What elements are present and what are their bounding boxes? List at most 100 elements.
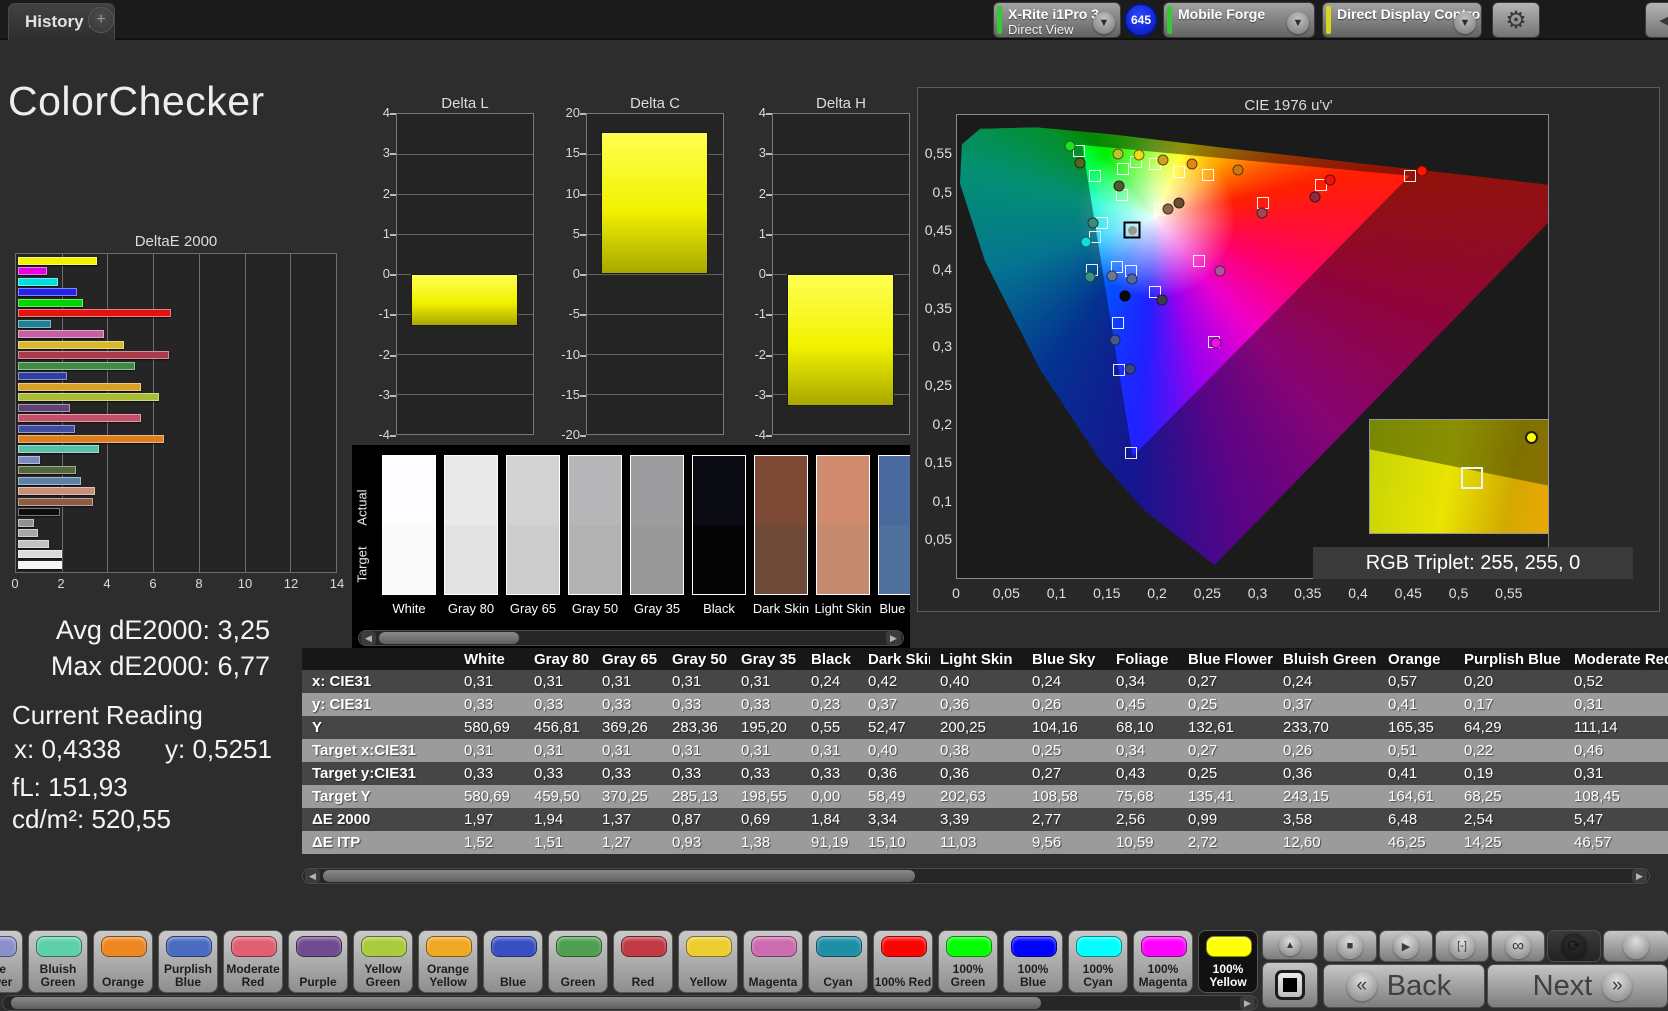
scrollbar-right-arrow[interactable]: ▶ (886, 631, 901, 645)
column-header-dark-skin[interactable]: Dark Skin (858, 648, 930, 670)
patch-button-100-cyan[interactable]: 100% Cyan (1068, 930, 1128, 993)
refresh-button[interactable]: ⟳ (1547, 930, 1601, 962)
patch-button-magenta[interactable]: Magenta (743, 930, 803, 993)
meter-direct-display-control[interactable]: Direct Display Control▼ (1322, 2, 1482, 38)
cie-zoom-inset (1369, 419, 1549, 534)
swatch-gray-65[interactable] (506, 455, 560, 595)
patch-button-yellow-green[interactable]: Yellow Green (353, 930, 413, 993)
column-header-gray-80[interactable]: Gray 80 (524, 648, 592, 670)
back-label: Back (1387, 970, 1451, 1003)
column-header-moderate-red[interactable]: Moderate Red (1564, 648, 1668, 670)
patch-label: Moderate Red (224, 963, 282, 989)
patch-button-orange[interactable]: Orange (93, 930, 153, 993)
patch-label: 100% Cyan (1069, 963, 1127, 989)
patch-button-100-green[interactable]: 100% Green (938, 930, 998, 993)
scrollbar-right-arrow[interactable]: ▶ (1632, 869, 1647, 883)
swatch-scrollbar[interactable]: ◀▶ (358, 630, 904, 646)
patch-color-chip (426, 936, 472, 957)
delta-y-tick: 2 (740, 186, 766, 201)
de2000-bar-100-blue (18, 288, 77, 296)
measured-point (1324, 174, 1335, 185)
swatch-light-skin[interactable] (816, 455, 870, 595)
patch-button-100-magenta[interactable]: 100% Magenta (1133, 930, 1193, 993)
column-header-blue-flower[interactable]: Blue Flower (1178, 648, 1273, 670)
column-header-blue-sky[interactable]: Blue Sky (1022, 648, 1106, 670)
next-button[interactable]: Next » (1487, 964, 1668, 1008)
tick-mark (390, 355, 396, 357)
de2000-bar-orange-yellow (18, 383, 141, 391)
patch-color-chip (881, 936, 927, 957)
table-cell: 0,33 (592, 762, 662, 785)
patch-button-100-blue[interactable]: 100% Blue (1003, 930, 1063, 993)
table-scrollbar[interactable]: ◀ ▶ (302, 868, 1650, 884)
column-header-foliage[interactable]: Foliage (1106, 648, 1178, 670)
patch-button-moderate-red[interactable]: Moderate Red (223, 930, 283, 993)
reading-x: x: 0,4338 (14, 734, 121, 765)
table-cell: 12,60 (1273, 831, 1378, 854)
cie-y-tick: 0,4 (918, 261, 952, 277)
table-cell: 0,41 (1378, 762, 1454, 785)
patch-button-yellow[interactable]: Yellow (678, 930, 738, 993)
patch-button-blue-flower[interactable]: Blue Flower (0, 930, 23, 993)
record-button[interactable] (1603, 930, 1668, 962)
scrollbar-left-arrow[interactable]: ◀ (305, 869, 320, 883)
tick-mark (390, 395, 396, 397)
frame-size-button[interactable]: [-] (1435, 930, 1489, 962)
patchbar-scrollbar[interactable]: ▶ (2, 995, 1258, 1011)
swatch-white[interactable] (382, 455, 436, 595)
chevron-down-icon[interactable]: ▼ (1454, 12, 1476, 34)
scroll-up-button[interactable]: ▲ (1262, 930, 1318, 960)
column-header-gray-65[interactable]: Gray 65 (592, 648, 662, 670)
column-header-black[interactable]: Black (801, 648, 858, 670)
measurement-count-badge[interactable]: 645 (1124, 3, 1158, 37)
loop-button[interactable]: ∞ (1491, 930, 1545, 962)
meter-x-rite-i1pro-3[interactable]: X-Rite i1Pro 3Direct View▼ (993, 2, 1121, 38)
patch-button-100-yellow[interactable]: 100% Yellow (1198, 930, 1258, 993)
column-header-orange[interactable]: Orange (1378, 648, 1454, 670)
patch-button-green[interactable]: Green (548, 930, 608, 993)
swatch-gray-80[interactable] (444, 455, 498, 595)
patch-button-blue[interactable]: Blue (483, 930, 543, 993)
table-cell: 0,40 (930, 670, 1022, 693)
swatch-blue-sky[interactable] (878, 455, 910, 595)
patch-button-orange-yellow[interactable]: Orange Yellow (418, 930, 478, 993)
swatch-gray-50[interactable] (568, 455, 622, 595)
chevron-down-icon[interactable]: ▼ (1287, 12, 1309, 34)
patch-button-cyan[interactable]: Cyan (808, 930, 868, 993)
patch-button-100-red[interactable]: 100% Red (873, 930, 933, 993)
column-header-bluish-green[interactable]: Bluish Green (1273, 648, 1378, 670)
back-button[interactable]: « Back (1323, 964, 1485, 1008)
stop-button[interactable]: ■ (1323, 930, 1377, 962)
play-button[interactable]: ▶ (1379, 930, 1433, 962)
target-point (1089, 170, 1101, 182)
patch-button-purple[interactable]: Purple (288, 930, 348, 993)
column-header-purplish-blue[interactable]: Purplish Blue (1454, 648, 1564, 670)
scrollbar-left-arrow[interactable]: ◀ (361, 631, 376, 645)
table-scrollbar-handle[interactable] (323, 870, 915, 882)
add-tab-button[interactable]: + (88, 7, 114, 33)
column-header-light-skin[interactable]: Light Skin (930, 648, 1022, 670)
de2000-bar-100-red (18, 309, 171, 317)
table-cell: 243,15 (1273, 785, 1378, 808)
patch-button-bluish-green[interactable]: Bluish Green (28, 930, 88, 993)
swatch-scrollbar-handle[interactable] (379, 632, 519, 644)
table-cell: 0,36 (930, 693, 1022, 716)
swatch-black[interactable] (692, 455, 746, 595)
swatch-label: Gray 65 (498, 601, 568, 616)
collapse-panel-button[interactable]: ◀ (1645, 2, 1668, 38)
table-cell: 0,37 (858, 693, 930, 716)
pattern-window-button[interactable] (1262, 962, 1318, 1008)
column-header-white[interactable]: White (454, 648, 524, 670)
column-header-gray-50[interactable]: Gray 50 (662, 648, 731, 670)
patch-button-red[interactable]: Red (613, 930, 673, 993)
swatch-dark-skin[interactable] (754, 455, 808, 595)
swatch-gray-35[interactable] (630, 455, 684, 595)
tick-mark (580, 153, 586, 155)
patchbar-scrollbar-handle[interactable] (11, 997, 1041, 1009)
meter-mobile-forge[interactable]: Mobile Forge▼ (1163, 2, 1315, 38)
patch-button-purplish-blue[interactable]: Purplish Blue (158, 930, 218, 993)
column-header-gray-35[interactable]: Gray 35 (731, 648, 801, 670)
chevron-down-icon[interactable]: ▼ (1093, 12, 1115, 34)
settings-button[interactable]: ⚙ (1492, 2, 1540, 38)
measured-point (1120, 290, 1131, 301)
